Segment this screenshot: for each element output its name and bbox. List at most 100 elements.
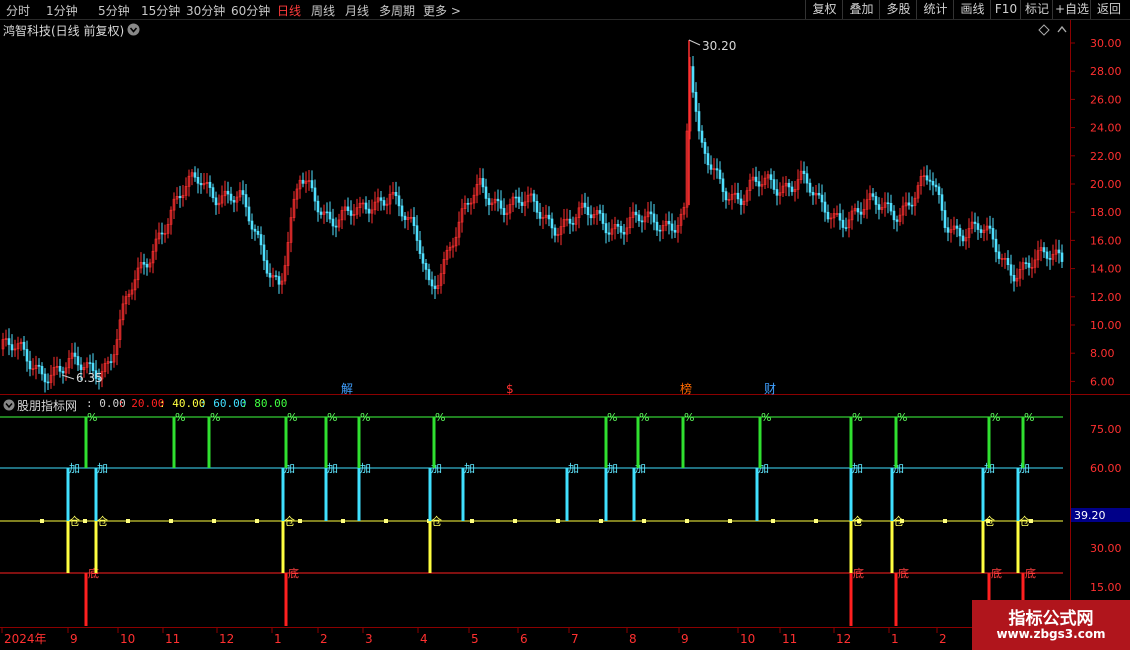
- candle-body: [346, 206, 350, 211]
- candle-body: [502, 208, 506, 216]
- time-tick-label: 1: [891, 632, 899, 646]
- signal-dot: [384, 519, 388, 523]
- candle-body: [394, 191, 398, 197]
- candle-body: [841, 219, 845, 228]
- watermark-title: 指标公式网: [1008, 609, 1094, 629]
- candle-body: [466, 203, 470, 205]
- signal-dot: [642, 519, 646, 523]
- candle-body: [874, 196, 878, 205]
- marker-bang[interactable]: 榜: [680, 381, 692, 396]
- price-tick-label: 10.00: [1090, 319, 1122, 332]
- signal-label: %: [1024, 411, 1034, 424]
- min-price-pointer: [61, 374, 75, 380]
- candle-body: [37, 364, 41, 367]
- kline-chart[interactable]: 30.0028.0026.0024.0022.0020.0018.0016.00…: [0, 0, 1130, 650]
- candle-body: [826, 211, 830, 220]
- time-tick-label: 12: [219, 632, 234, 646]
- candle-body: [367, 208, 371, 214]
- level-20: : 20.00: [118, 397, 165, 410]
- candle-body: [790, 186, 794, 192]
- candle-body: [520, 202, 524, 206]
- candle-body: [379, 197, 383, 201]
- level-80: : 80.00: [241, 397, 288, 410]
- signal-dot: [83, 519, 87, 523]
- candle-body: [658, 229, 662, 232]
- price-tick-label: 30.00: [1090, 37, 1122, 50]
- candle-body: [331, 218, 335, 227]
- candle-body: [79, 364, 83, 371]
- signal-dot: [599, 519, 603, 523]
- candle-body: [946, 227, 950, 233]
- candle-body: [58, 365, 62, 372]
- signal-label: 仓: [97, 514, 108, 528]
- time-tick-label: 2: [320, 632, 328, 646]
- candle-body: [838, 213, 842, 221]
- candle-body: [706, 153, 710, 166]
- candle-body: [703, 142, 707, 154]
- candle-body: [40, 366, 44, 375]
- signal-label: 底: [898, 566, 909, 580]
- watermark-logo: 指标公式网 www.zbgs3.com: [972, 600, 1130, 650]
- candle-body: [808, 182, 812, 193]
- candle-body: [196, 176, 200, 184]
- candle-body: [109, 361, 113, 363]
- price-tick-label: 14.00: [1090, 263, 1122, 276]
- candle-body: [421, 253, 425, 264]
- marker-jie[interactable]: 解: [341, 382, 353, 396]
- candle-body: [496, 198, 500, 202]
- marker-cai[interactable]: 财: [764, 382, 776, 396]
- candle-body: [160, 232, 164, 235]
- candle-body: [487, 198, 491, 205]
- indicator-menu-icon[interactable]: [3, 399, 15, 411]
- candle-body: [601, 213, 605, 224]
- signal-label: 加: [327, 462, 338, 475]
- candle-body: [229, 193, 233, 201]
- signal-dot: [298, 519, 302, 523]
- candlesticks: [1, 40, 1064, 393]
- candle-body: [538, 212, 542, 219]
- candle-body: [604, 223, 608, 234]
- time-tick-label: 8: [629, 632, 637, 646]
- candle-body: [349, 210, 353, 216]
- candle-body: [1042, 247, 1046, 253]
- candle-body: [364, 202, 368, 210]
- signal-label: 仓: [284, 514, 295, 528]
- signal-dot: [212, 519, 216, 523]
- signal-label: 仓: [984, 514, 995, 528]
- candle-body: [193, 172, 197, 178]
- candle-body: [958, 228, 962, 237]
- candle-body: [709, 164, 713, 170]
- candle-body: [886, 202, 890, 205]
- max-price-pointer: [688, 39, 701, 46]
- candle-body: [739, 198, 743, 205]
- candle-body: [514, 196, 518, 199]
- indicator-tick-label: 30.00: [1090, 542, 1122, 555]
- candle-body: [226, 190, 230, 195]
- candle-body: [241, 190, 245, 195]
- signal-label: %: [852, 411, 862, 424]
- candle-body: [247, 206, 251, 222]
- candle-body: [694, 91, 698, 112]
- candle-body: [256, 231, 260, 235]
- max-price-label: 30.20: [702, 39, 736, 53]
- signal-dot: [685, 519, 689, 523]
- time-tick-label: 1: [274, 632, 282, 646]
- level-60: : 60.00: [200, 397, 247, 410]
- candle-body: [28, 360, 32, 370]
- candle-body: [955, 225, 959, 229]
- marker-dollar[interactable]: $: [506, 382, 514, 396]
- price-tick-label: 8.00: [1090, 347, 1115, 360]
- candle-body: [892, 210, 896, 221]
- candle-body: [754, 176, 758, 182]
- time-tick-label: 9: [681, 632, 689, 646]
- candle-body: [532, 193, 536, 202]
- candle-body: [937, 186, 941, 195]
- candle-body: [976, 223, 980, 230]
- signal-label: %: [607, 411, 617, 424]
- candle-body: [877, 204, 881, 210]
- candle-body: [925, 175, 929, 181]
- candle-body: [817, 192, 821, 196]
- candle-body: [22, 341, 26, 350]
- current-value-label: 39.20: [1074, 509, 1106, 522]
- candle-body: [211, 187, 215, 199]
